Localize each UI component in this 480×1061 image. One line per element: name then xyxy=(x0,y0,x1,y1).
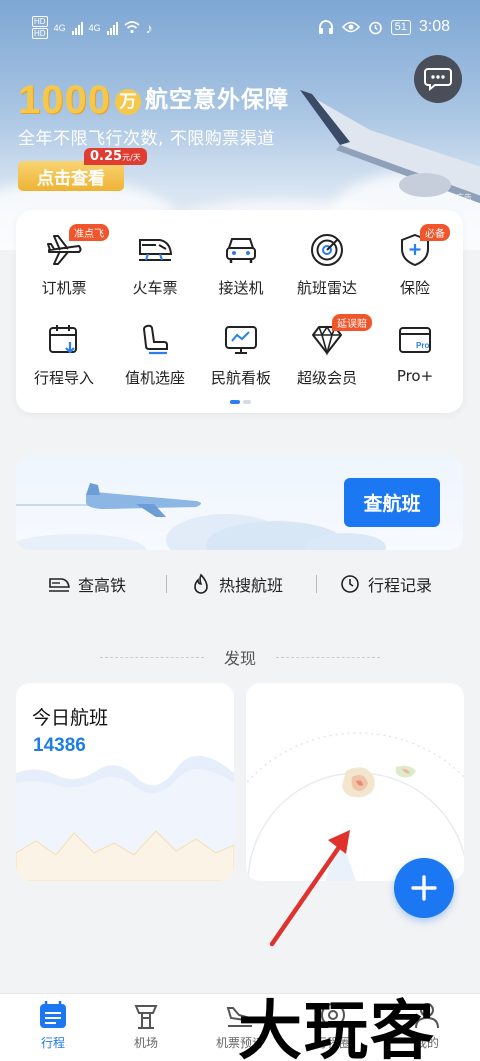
quick-links: 查高铁 热搜航班 行程记录 xyxy=(0,570,480,600)
pro-card-icon: Pro xyxy=(395,320,435,360)
divider xyxy=(316,575,317,593)
service-label: 超级会员 xyxy=(296,369,357,387)
service-aviation-dashboard[interactable]: 民航看板 xyxy=(198,320,284,388)
promo-unit: 万 xyxy=(114,89,141,115)
promo-headline: 1000 万 航空意外保障 xyxy=(18,78,289,123)
service-grid-card: 准点飞 订机票 火车票 接送机 航班雷达 必备 保险 行程导入 值机选座 民航看… xyxy=(16,210,463,413)
quick-link-label: 行程记录 xyxy=(368,576,433,595)
service-label: 火车票 xyxy=(132,279,178,297)
battery-icon: 51 xyxy=(390,19,411,35)
today-flights-card[interactable]: 今日航班 14386 xyxy=(16,683,234,881)
red-arrow-annotation xyxy=(269,830,350,947)
service-super-member[interactable]: 延误赔 超级会员 xyxy=(284,314,372,388)
today-flights-count: 14386 xyxy=(33,735,86,756)
service-label: 保险 xyxy=(399,279,430,297)
service-badge: 准点飞 xyxy=(69,224,109,241)
train-front-icon xyxy=(49,578,70,592)
headphones-icon xyxy=(318,20,333,34)
service-flight-radar[interactable]: 航班雷达 xyxy=(284,230,370,298)
service-label: 行程导入 xyxy=(33,369,94,387)
car-icon xyxy=(221,230,261,270)
promo-price-tag: 0.25元/天 xyxy=(84,148,147,165)
music-note-icon: ♪ xyxy=(145,19,153,36)
train-icon xyxy=(135,230,175,270)
promo-subtitle: 全年不限飞行次数, 不限购票渠道 xyxy=(18,129,275,149)
airplane-wing-image xyxy=(300,90,480,204)
quick-link-trip-history[interactable]: 行程记录 xyxy=(340,572,432,596)
alarm-icon xyxy=(368,21,382,34)
itinerary-icon xyxy=(40,1001,66,1028)
quick-link-label: 查高铁 xyxy=(78,576,127,595)
svg-text:Pro: Pro xyxy=(416,341,429,350)
tab-label: 行程 xyxy=(40,1036,65,1050)
quick-link-hot-flights[interactable]: 热搜航班 xyxy=(191,572,283,596)
clock-icon xyxy=(341,575,359,593)
page-indicator xyxy=(230,400,251,404)
service-badge: 延误赔 xyxy=(332,314,372,331)
dashboard-icon xyxy=(221,320,261,360)
customer-service-button[interactable] xyxy=(414,55,462,103)
clock-time: 3:08 xyxy=(418,18,450,35)
service-check-in[interactable]: 值机选座 xyxy=(112,320,198,388)
wifi-icon xyxy=(124,21,140,34)
promo-headline-text: 航空意外保障 xyxy=(144,87,289,113)
watermark-logo: 大玩客 xyxy=(238,994,436,1061)
calendar-import-icon xyxy=(44,320,84,360)
service-label: Pro+ xyxy=(396,367,434,385)
service-pro-plus[interactable]: Pro Pro+ xyxy=(372,320,458,385)
discover-section-header: 发现 xyxy=(100,646,381,668)
service-insurance[interactable]: 必备 保险 xyxy=(372,224,458,298)
service-label: 值机选座 xyxy=(124,369,185,387)
seat-icon xyxy=(135,320,175,360)
search-flights-button[interactable]: 查航班 xyxy=(344,478,440,527)
service-label: 接送机 xyxy=(218,279,264,297)
tab-airport[interactable]: 机场 xyxy=(106,1000,186,1051)
section-title: 发现 xyxy=(224,649,257,668)
divider xyxy=(166,575,167,593)
airport-tower-icon xyxy=(134,1005,158,1029)
service-badge: 必备 xyxy=(420,224,450,241)
service-label: 订机票 xyxy=(41,279,87,297)
tab-itinerary[interactable]: 行程 xyxy=(13,1000,93,1051)
fire-icon xyxy=(194,573,208,594)
service-label: 民航看板 xyxy=(210,369,271,387)
service-label: 航班雷达 xyxy=(296,279,357,297)
signal-icon xyxy=(106,21,118,35)
service-train-ticket[interactable]: 火车票 xyxy=(112,230,198,298)
chat-bubble-icon xyxy=(424,68,452,91)
eye-icon xyxy=(341,21,360,33)
tab-label: 机场 xyxy=(133,1036,158,1050)
service-trip-import[interactable]: 行程导入 xyxy=(21,320,107,388)
plus-icon xyxy=(411,875,437,901)
signal-icon xyxy=(71,21,83,35)
quick-link-label: 热搜航班 xyxy=(219,576,284,595)
promo-amount: 1000 xyxy=(18,78,111,122)
quick-link-high-speed-rail[interactable]: 查高铁 xyxy=(48,572,126,596)
service-airport-transfer[interactable]: 接送机 xyxy=(198,230,284,298)
service-book-flight[interactable]: 准点飞 订机票 xyxy=(21,224,109,298)
radar-icon xyxy=(307,230,347,270)
promo-cta-button[interactable]: 点击查看 xyxy=(18,161,124,191)
status-bar: HD HD 4G 4G ♪ 51 3:08 xyxy=(32,16,450,39)
today-flights-title: 今日航班 xyxy=(32,707,109,729)
ad-tag: 广告 xyxy=(456,193,472,202)
add-trip-button[interactable] xyxy=(394,858,454,918)
